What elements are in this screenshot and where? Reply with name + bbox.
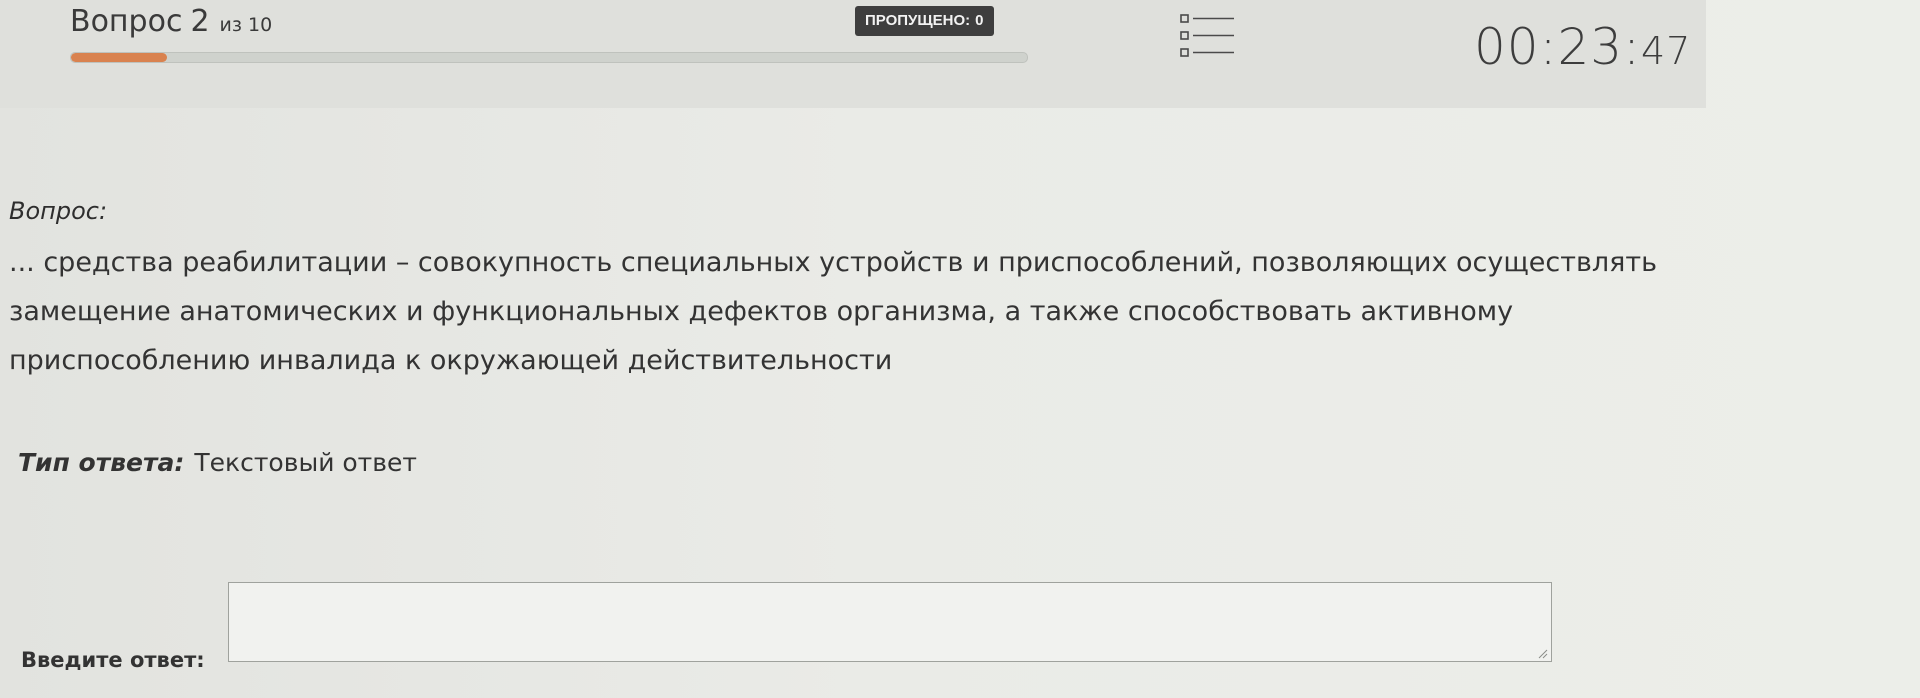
- countdown-timer: 00:23:47: [1474, 18, 1691, 76]
- timer-seconds: 47: [1640, 29, 1692, 73]
- question-list-icon[interactable]: [1178, 12, 1238, 62]
- resize-grip-icon[interactable]: [1536, 647, 1548, 659]
- question-counter-number: 2: [190, 4, 210, 39]
- answer-input[interactable]: [228, 582, 1552, 662]
- skipped-count: 0: [975, 12, 984, 29]
- progress-bar-fill: [71, 53, 167, 62]
- question-list-icon-graphic: [1180, 14, 1234, 57]
- progress-bar: [70, 52, 1028, 63]
- test-header: Вопрос 2 из 10 ПРОПУЩЕНО: 0 00:23:47: [0, 0, 1706, 108]
- question-counter-total: 10: [248, 14, 273, 36]
- skipped-badge: ПРОПУЩЕНО: 0: [855, 6, 994, 36]
- answer-input-label: Введите ответ:: [21, 648, 205, 672]
- answer-type-label: Тип ответа:: [18, 448, 185, 477]
- question-counter-of: из: [219, 14, 242, 36]
- timer-hours-minutes: 00:23:: [1474, 18, 1641, 76]
- answer-type-value: Текстовый ответ: [194, 448, 417, 477]
- answer-type: Тип ответа: Текстовый ответ: [18, 448, 417, 477]
- question-counter-label: Вопрос: [70, 4, 183, 39]
- question-heading: Вопрос:: [9, 197, 108, 225]
- question-text: ... средства реабилитации – совокупность…: [9, 247, 1658, 376]
- skipped-label: ПРОПУЩЕНО:: [865, 12, 971, 29]
- test-page: Вопрос 2 из 10 ПРОПУЩЕНО: 0 00:23:47 Вопрос:…: [0, 0, 1920, 698]
- question-counter: Вопрос 2 из 10: [70, 4, 272, 39]
